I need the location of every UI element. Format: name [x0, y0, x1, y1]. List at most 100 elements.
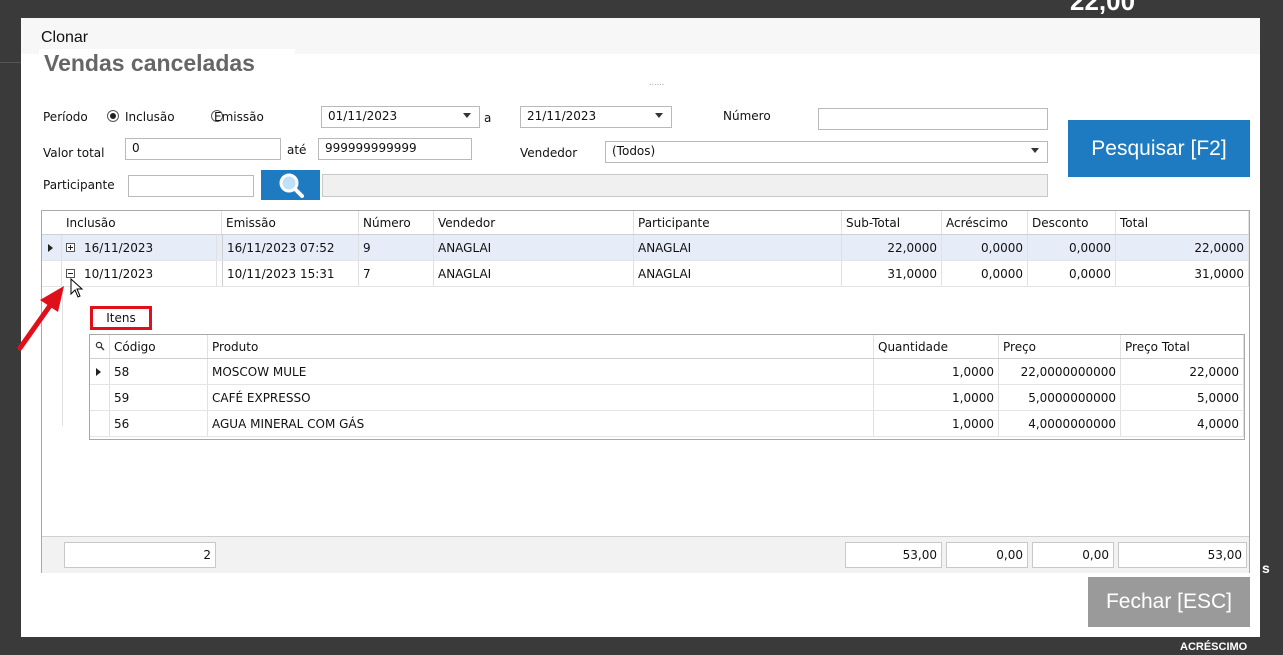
row-indicator: [90, 359, 110, 384]
vendedor-select[interactable]: (Todos): [605, 141, 1048, 163]
list-item[interactable]: 58 MOSCOW MULE 1,0000 22,0000000000 22,0…: [90, 359, 1244, 385]
background-value: 22,00: [1070, 0, 1136, 16]
col-subtotal[interactable]: Sub-Total: [842, 211, 942, 234]
cell-total: 31,0000: [1116, 261, 1249, 286]
cell-quantidade: 1,0000: [874, 359, 999, 384]
date-from-value: 01/11/2023: [328, 109, 398, 123]
date-from-select[interactable]: 01/11/2023: [321, 106, 480, 128]
col-desconto[interactable]: Desconto: [1028, 211, 1116, 234]
cell-codigo: 56: [110, 411, 208, 436]
sales-grid[interactable]: Inclusão Emissão Número Vendedor Partici…: [41, 210, 1250, 573]
col-numero[interactable]: Número: [359, 211, 434, 234]
cell-preco: 22,0000000000: [999, 359, 1121, 384]
date-to-select[interactable]: 21/11/2023: [520, 106, 672, 128]
cell-emissao: 16/11/2023 07:52: [222, 235, 359, 260]
col-quantidade[interactable]: Quantidade: [874, 335, 999, 358]
cell-subtotal: 31,0000: [842, 261, 942, 286]
vendedor-value: (Todos): [612, 144, 656, 158]
background-text-fragment-bottom: ACRÉSCIMO: [1180, 641, 1248, 653]
close-button[interactable]: Fechar [ESC]: [1088, 577, 1250, 627]
cell-produto: MOSCOW MULE: [208, 359, 874, 384]
ate-label: até: [287, 143, 307, 157]
cell-preco-total: 4,0000: [1121, 411, 1244, 436]
col-participante[interactable]: Participante: [634, 211, 842, 234]
expand-plus-icon[interactable]: [66, 243, 75, 252]
clone-label[interactable]: Clonar: [41, 29, 88, 47]
cell-participante: ANAGLAI: [634, 261, 842, 286]
col-inclusao[interactable]: Inclusão: [62, 211, 222, 234]
col-total[interactable]: Total: [1116, 211, 1249, 234]
search-button[interactable]: Pesquisar [F2]: [1068, 120, 1250, 177]
cell-desconto: 0,0000: [1028, 235, 1116, 260]
list-item[interactable]: 59 CAFÉ EXPRESSO 1,0000 5,0000000000 5,0…: [90, 385, 1244, 411]
list-item[interactable]: 56 AGUA MINERAL COM GÁS 1,0000 4,0000000…: [90, 411, 1244, 437]
cell-vendedor: ANAGLAI: [434, 235, 634, 260]
table-row[interactable]: 16/11/2023 16/11/2023 07:52 9 ANAGLAI AN…: [42, 235, 1249, 261]
col-emissao[interactable]: Emissão: [222, 211, 359, 234]
cell-preco: 4,0000000000: [999, 411, 1121, 436]
row-indicator: [90, 335, 110, 358]
cell-quantidade: 1,0000: [874, 411, 999, 436]
drag-handle[interactable]: ......: [649, 78, 664, 87]
cell-preco-total: 5,0000: [1121, 385, 1244, 410]
footer-desconto: 0,00: [1032, 542, 1114, 568]
cell-emissao: 10/11/2023 15:31: [222, 261, 359, 286]
cell-produto: CAFÉ EXPRESSO: [208, 385, 874, 410]
col-acrescimo[interactable]: Acréscimo: [942, 211, 1028, 234]
mouse-pointer-icon: [70, 278, 84, 298]
col-preco-total[interactable]: Preço Total: [1121, 335, 1244, 358]
radio-inclusao-label[interactable]: Inclusão: [125, 110, 175, 124]
cell-acrescimo: 0,0000: [942, 235, 1028, 260]
search-icon[interactable]: [95, 341, 105, 351]
participante-name-field: [322, 174, 1048, 197]
a-label: a: [484, 111, 492, 125]
row-indicator: [42, 235, 62, 260]
magnifier-icon: [279, 173, 304, 198]
items-subgrid[interactable]: Código Produto Quantidade Preço Preço To…: [89, 334, 1245, 440]
periodo-label: Período: [43, 110, 88, 124]
footer-total: 53,00: [1118, 542, 1247, 568]
cell-inclusao: 10/11/2023: [80, 261, 217, 286]
numero-input[interactable]: [818, 108, 1048, 130]
grid-footer: 2 53,00 0,00 0,00 53,00: [42, 536, 1249, 573]
cell-preco: 5,0000000000: [999, 385, 1121, 410]
col-produto[interactable]: Produto: [208, 335, 874, 358]
chevron-down-icon: [1031, 148, 1039, 153]
cell-codigo: 58: [110, 359, 208, 384]
col-preco[interactable]: Preço: [999, 335, 1121, 358]
cell-produto: AGUA MINERAL COM GÁS: [208, 411, 874, 436]
valor-total-label: Valor total: [43, 146, 105, 160]
col-codigo[interactable]: Código: [110, 335, 208, 358]
grid-header: Inclusão Emissão Número Vendedor Partici…: [42, 211, 1249, 235]
cell-vendedor: ANAGLAI: [434, 261, 634, 286]
tab-itens[interactable]: Itens: [90, 306, 152, 330]
footer-subtotal: 53,00: [845, 542, 942, 568]
cell-quantidade: 1,0000: [874, 385, 999, 410]
numero-label: Número: [723, 109, 771, 123]
footer-count: 2: [64, 542, 216, 568]
chevron-down-icon: [655, 113, 663, 118]
row-indicator: [90, 411, 110, 436]
col-vendedor[interactable]: Vendedor: [434, 211, 634, 234]
valor-min-input[interactable]: 0: [125, 138, 281, 160]
current-row-icon: [48, 244, 53, 252]
cell-desconto: 0,0000: [1028, 261, 1116, 286]
collapse-minus-icon[interactable]: [66, 269, 75, 278]
table-row[interactable]: 10/11/2023 10/11/2023 15:31 7 ANAGLAI AN…: [42, 261, 1249, 287]
row-indicator: [90, 385, 110, 410]
radio-inclusao[interactable]: [107, 110, 119, 122]
background-divider: [0, 62, 22, 63]
participante-search-button[interactable]: [261, 170, 320, 200]
valor-max-input[interactable]: 999999999999: [318, 138, 472, 160]
cell-total: 22,0000: [1116, 235, 1249, 260]
footer-acrescimo: 0,00: [946, 542, 1028, 568]
cell-acrescimo: 0,0000: [942, 261, 1028, 286]
cell-numero: 7: [359, 261, 434, 286]
vendedor-label: Vendedor: [520, 146, 578, 160]
cell-subtotal: 22,0000: [842, 235, 942, 260]
participante-code-input[interactable]: [128, 175, 254, 197]
cell-codigo: 59: [110, 385, 208, 410]
page-title: Vendas canceladas: [44, 50, 255, 76]
cell-preco-total: 22,0000: [1121, 359, 1244, 384]
radio-emissao-label[interactable]: Emissão: [214, 110, 264, 124]
